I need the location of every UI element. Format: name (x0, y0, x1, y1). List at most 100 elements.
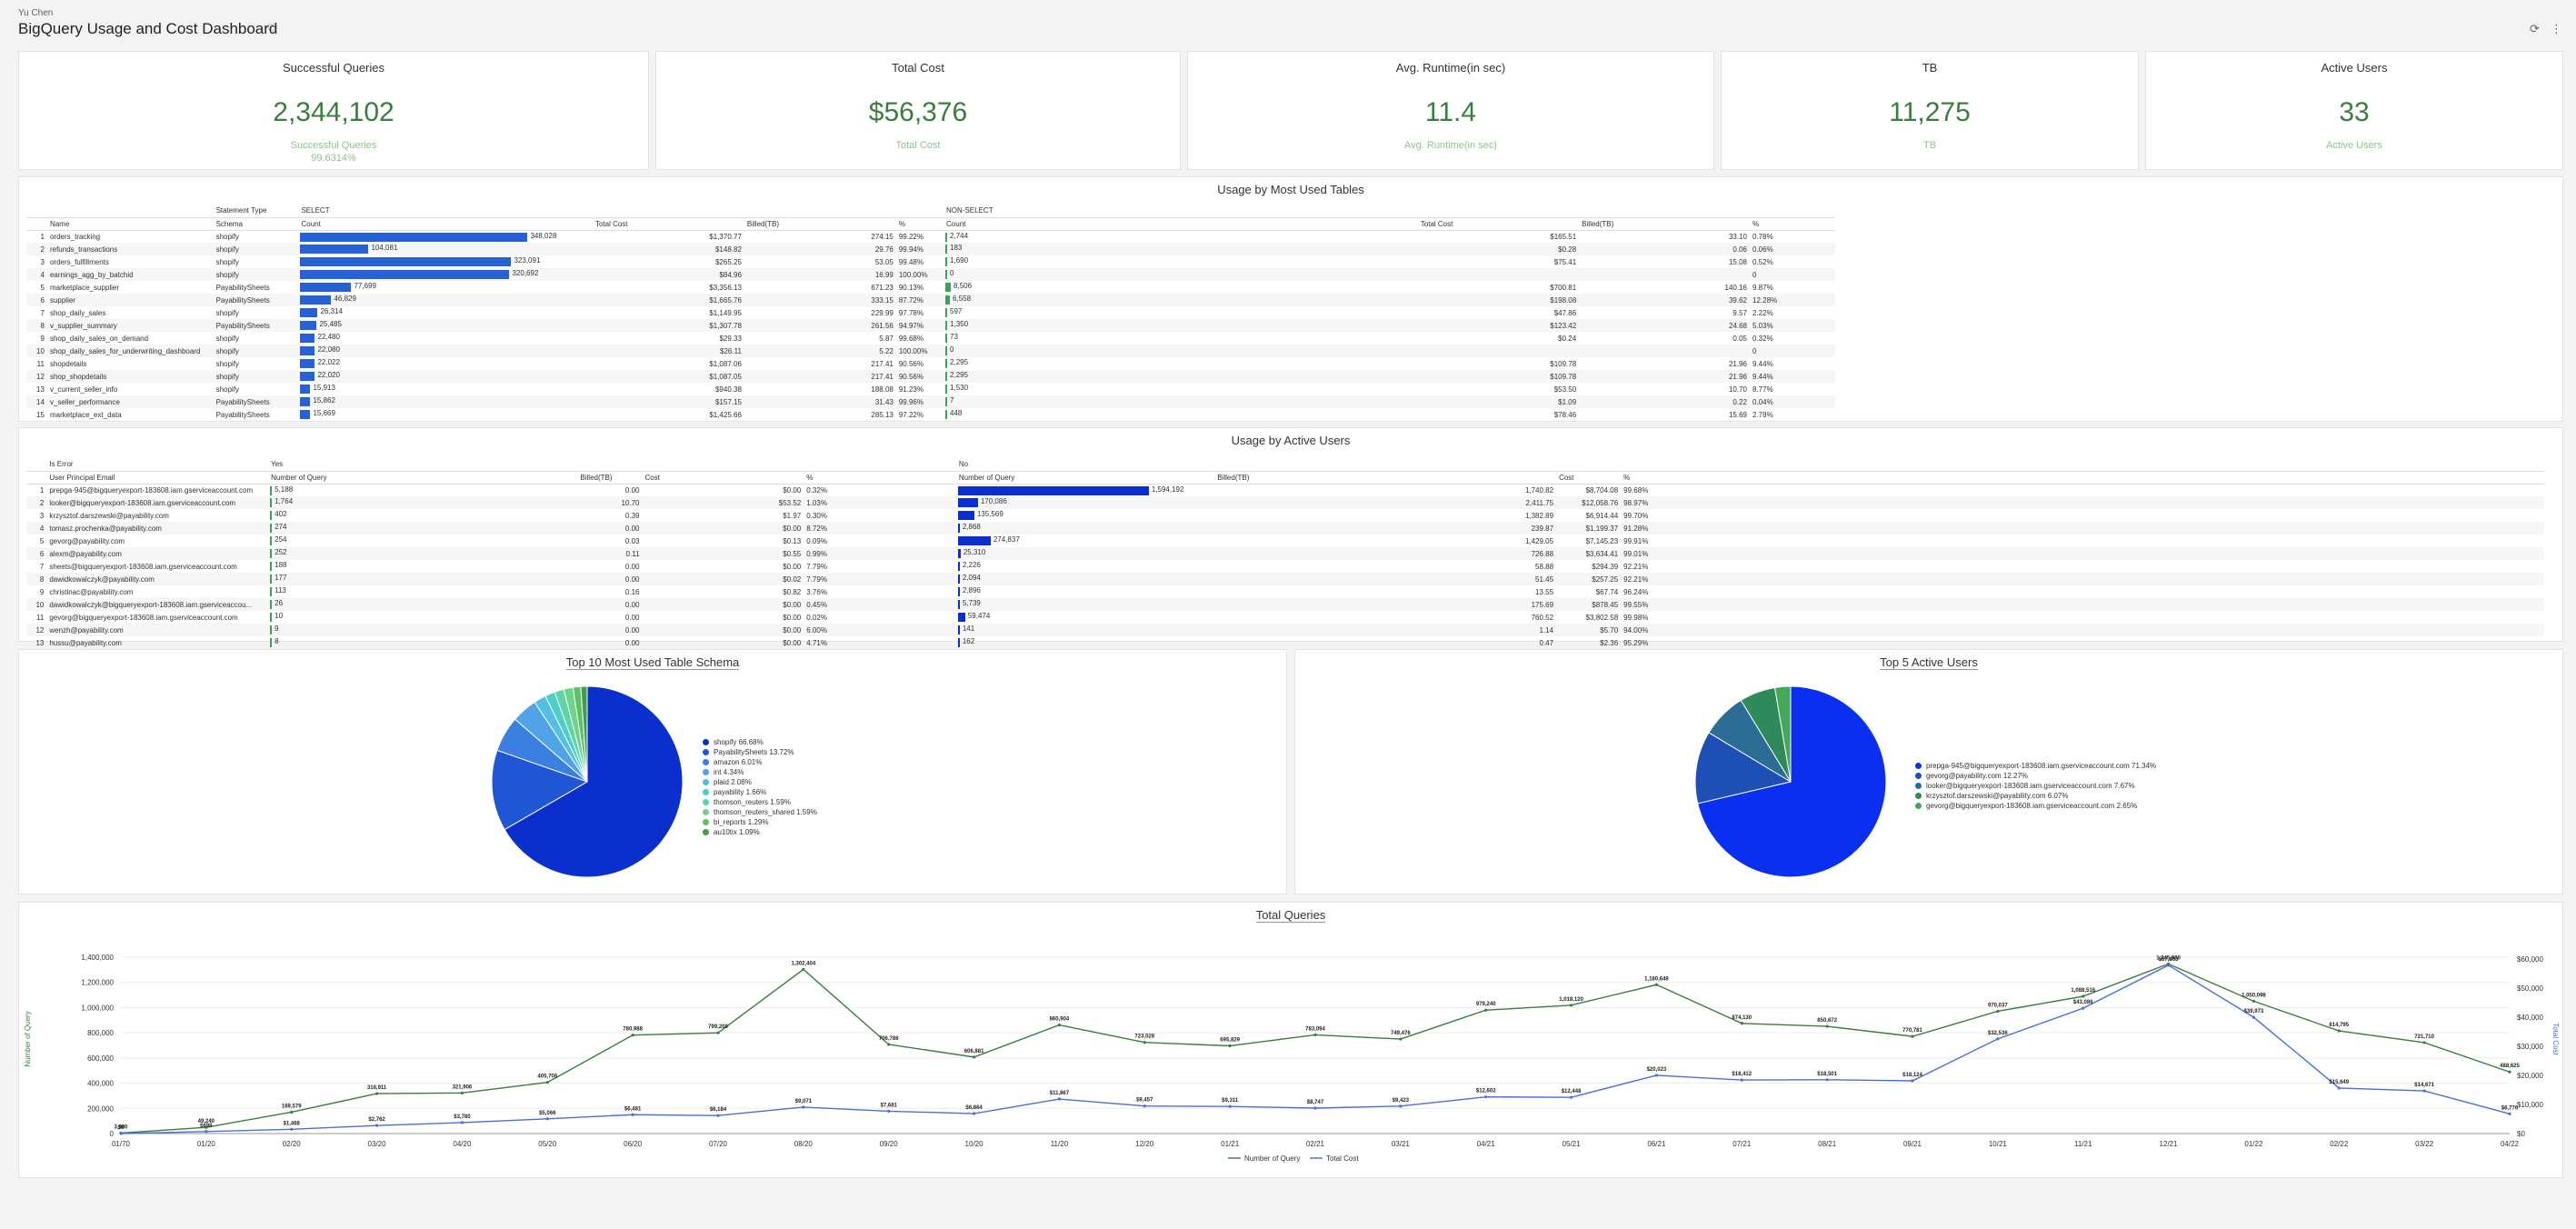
data-point[interactable] (716, 1031, 720, 1034)
data-point[interactable] (1484, 1095, 1488, 1099)
table-row[interactable]: 10 shop_daily_sales_for_underwriting_dash… (26, 345, 1835, 357)
data-point[interactable] (1569, 1095, 1573, 1099)
table-row[interactable]: 1 prepga-945@bigqueryexport-183608.iam.gs… (26, 484, 2544, 496)
kpi-avg-runtime[interactable]: Avg. Runtime(in sec) 11.4 Avg. Runtime(i… (1187, 51, 1714, 170)
data-point[interactable] (802, 967, 805, 971)
table-row[interactable]: 7 shop_daily_sales shopify 26,314 $1,149.95 2… (26, 306, 1835, 319)
table-row[interactable]: 3 orders_fulfillments shopify 323,091 $265.2… (26, 255, 1835, 268)
data-point[interactable] (1143, 1104, 1146, 1108)
data-point[interactable] (716, 1114, 720, 1117)
legend-item[interactable]: gevorg@payability.com 12.27% (1915, 771, 2156, 781)
data-point[interactable] (1911, 1079, 1914, 1083)
table-row[interactable]: 11 gevorg@bigqueryexport-183608.iam.gserv… (26, 611, 2544, 624)
data-point[interactable] (1996, 1009, 2000, 1014)
data-point[interactable] (972, 1055, 976, 1059)
column-header[interactable]: % (1750, 217, 1835, 231)
table-row[interactable]: 11 shopdetails shopify 22,022 $1,087.06 217.4… (26, 357, 1835, 370)
legend-item[interactable]: looker@bigqueryexport-183608.iam.gservic… (1915, 781, 2156, 791)
table-row[interactable]: 14 v_seller_performance PayabilitySheets 15… (26, 395, 1835, 408)
data-point[interactable] (545, 1117, 549, 1121)
table-row[interactable]: 4 tomasz.prochenka@payability.com 274 0.00 $… (26, 522, 2544, 535)
data-point[interactable] (1228, 1044, 1232, 1048)
data-point[interactable] (2422, 1089, 2426, 1093)
column-header[interactable]: Billed(TB) (577, 471, 643, 485)
table-row[interactable]: 8 v_supplier_summary PayabilitySheets 25,48… (26, 319, 1835, 332)
data-point[interactable] (1654, 1074, 1659, 1077)
legend-item[interactable]: prepga-945@bigqueryexport-183608.iam.gse… (1915, 761, 2156, 771)
data-point[interactable] (2082, 994, 2085, 998)
data-point[interactable] (1825, 1024, 1829, 1028)
column-header[interactable]: Number of Query (955, 471, 1215, 485)
data-point[interactable] (1569, 1004, 1573, 1007)
column-header[interactable]: Billed(TB) (1579, 217, 1750, 231)
legend-label[interactable]: Number of Query (1244, 1154, 1300, 1163)
data-point[interactable] (1911, 1034, 1914, 1038)
table-row[interactable]: 4 earnings_agg_by_batchid shopify 320,692 $8… (26, 268, 1835, 281)
table-row[interactable]: 6 alexm@payability.com 252 0.11 $0.55 0.99% 25… (26, 547, 2544, 560)
data-point[interactable] (887, 1043, 891, 1046)
data-point[interactable] (1143, 1041, 1146, 1044)
more-options-icon[interactable]: ⋮ (2551, 22, 2562, 36)
table-row[interactable]: 15 marketplace_ext_data PayabilitySheets 15… (26, 408, 1835, 421)
data-point[interactable] (1313, 1033, 1317, 1037)
data-point[interactable] (374, 1092, 379, 1095)
table-row[interactable]: 5 gevorg@payability.com 254 0.03 $0.13 0.09% 2… (26, 535, 2544, 547)
data-point[interactable] (2337, 1086, 2341, 1090)
data-point[interactable] (2082, 1006, 2085, 1010)
column-header[interactable]: Billed(TB) (1214, 471, 1557, 485)
data-point[interactable] (1484, 1008, 1488, 1012)
table-row[interactable]: 12 wenzh@payability.com 9 0.00 $0.00 6.00% 141… (26, 624, 2544, 636)
data-point[interactable] (290, 1127, 294, 1131)
column-header[interactable]: Count (298, 217, 593, 231)
table-row[interactable]: 12 shop_shopdetails shopify 22,020 $1,087.05… (26, 370, 1835, 383)
column-header[interactable]: Total Cost (1417, 217, 1580, 231)
legend-item[interactable]: krzysztof.darszewski@payability.com 6.07… (1915, 791, 2156, 801)
data-point[interactable] (631, 1034, 634, 1037)
table-row[interactable]: 5 marketplace_supplier PayabilitySheets 77,… (26, 281, 1835, 294)
column-header[interactable]: Schema (213, 217, 299, 231)
data-point[interactable] (1996, 1037, 2000, 1041)
data-point[interactable] (972, 1112, 976, 1115)
data-point[interactable] (1825, 1078, 1829, 1082)
data-point[interactable] (631, 1113, 634, 1116)
data-point[interactable] (119, 1132, 123, 1135)
data-point[interactable] (1654, 983, 1659, 986)
kpi-tb[interactable]: TB 11,275 TB (1721, 51, 2139, 170)
data-point[interactable] (290, 1110, 294, 1114)
refresh-icon[interactable]: ⟳ (2530, 22, 2540, 36)
legend-item[interactable]: PayabilitySheets 13.72% (703, 747, 817, 757)
data-point[interactable] (1399, 1037, 1403, 1041)
table-row[interactable]: 1 orders_tracking shopify 348,028 $1,370.77 2… (26, 230, 1835, 243)
column-header[interactable]: Total Cost (592, 217, 744, 231)
data-point[interactable] (1057, 1024, 1062, 1027)
data-point[interactable] (2252, 999, 2256, 1003)
data-point[interactable] (1313, 1106, 1317, 1110)
column-header[interactable]: User Principal Email (46, 471, 269, 485)
table-row[interactable]: 9 christinac@payability.com 113 0.16 $0.82 3.… (26, 585, 2544, 598)
data-point[interactable] (1399, 1104, 1403, 1108)
data-point[interactable] (2422, 1041, 2426, 1044)
data-point[interactable] (1228, 1104, 1232, 1108)
column-header[interactable]: Cost (642, 471, 804, 485)
data-point[interactable] (2337, 1029, 2341, 1033)
legend-item[interactable]: amazon 6.01% (703, 757, 817, 767)
table-row[interactable]: 10 dawidkowalczyk@bigqueryexport-183608.i… (26, 598, 2544, 611)
data-point[interactable] (1740, 1022, 1743, 1025)
legend-item[interactable]: plaid 2.08% (703, 777, 817, 787)
data-point[interactable] (2166, 964, 2171, 967)
data-point[interactable] (1740, 1078, 1743, 1082)
data-point[interactable] (2252, 1015, 2256, 1019)
column-header[interactable]: Name (46, 217, 214, 231)
legend-label[interactable]: Total Cost (1326, 1154, 1359, 1163)
favorite-icon[interactable]: ♡ (266, 22, 277, 36)
table-row[interactable]: 8 dawidkowalczyk@payability.com 177 0.00 $0.… (26, 573, 2544, 585)
legend-item[interactable]: int 4.34% (703, 767, 817, 777)
legend-item[interactable]: thomson_reuters 1.59% (703, 797, 817, 807)
data-point[interactable] (887, 1109, 891, 1114)
column-header[interactable]: Billed(TB) (744, 217, 896, 231)
legend-item[interactable]: au10tix 1.09% (703, 827, 817, 837)
table-row[interactable]: 2 looker@bigqueryexport-183608.iam.gservi… (26, 496, 2544, 509)
table-row[interactable]: 9 shop_daily_sales_on_demand shopify 22,480… (26, 332, 1835, 345)
data-point[interactable] (545, 1081, 549, 1084)
data-point[interactable] (802, 1105, 805, 1109)
